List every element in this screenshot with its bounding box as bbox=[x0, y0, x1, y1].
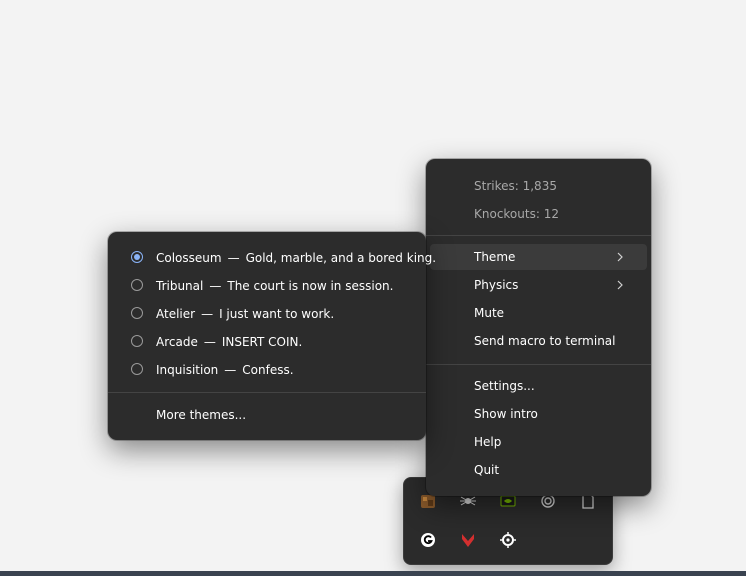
theme-label: Theme bbox=[474, 250, 516, 264]
theme-option-tribunal[interactable]: Tribunal — The court is now in session. bbox=[112, 273, 422, 299]
theme-menu-item[interactable]: Theme bbox=[430, 244, 647, 270]
steelseries-icon[interactable] bbox=[499, 531, 517, 549]
em-dash: — bbox=[209, 279, 222, 293]
em-dash: — bbox=[201, 307, 214, 321]
theme-tagline: I just want to work. bbox=[219, 307, 335, 321]
theme-name: Atelier bbox=[156, 307, 196, 321]
radio-icon bbox=[131, 279, 143, 291]
theme-option-atelier[interactable]: Atelier — I just want to work. bbox=[112, 301, 422, 327]
theme-submenu: Colosseum — Gold, marble, and a bored king… bbox=[108, 232, 436, 440]
theme-name: Inquisition bbox=[156, 363, 219, 377]
theme-tagline: The court is now in session. bbox=[227, 279, 394, 293]
em-dash: — bbox=[203, 335, 216, 349]
radio-icon bbox=[131, 335, 143, 347]
menu-separator bbox=[108, 392, 426, 393]
theme-tagline: INSERT COIN. bbox=[221, 335, 303, 349]
chevron-right-icon bbox=[615, 280, 625, 290]
physics-menu-item[interactable]: Physics bbox=[430, 272, 647, 298]
show-intro-menu-item[interactable]: Show intro bbox=[430, 401, 647, 427]
send-macro-menu-item[interactable]: Send macro to terminal bbox=[430, 328, 647, 354]
theme-tagline: Confess. bbox=[242, 363, 294, 377]
menu-separator bbox=[426, 364, 651, 365]
theme-name: Colosseum bbox=[156, 251, 222, 265]
help-menu-item[interactable]: Help bbox=[430, 429, 647, 455]
theme-option-arcade[interactable]: Arcade — INSERT COIN. bbox=[112, 329, 422, 355]
physics-label: Physics bbox=[474, 278, 519, 292]
logitech-g-icon[interactable] bbox=[419, 531, 437, 549]
theme-option-inquisition[interactable]: Inquisition — Confess. bbox=[112, 357, 422, 383]
em-dash: — bbox=[227, 251, 240, 265]
taskbar-edge bbox=[0, 571, 746, 576]
theme-tagline: Gold, marble, and a bored king. bbox=[245, 251, 437, 265]
quit-menu-item[interactable]: Quit bbox=[430, 457, 647, 483]
settings-menu-item[interactable]: Settings... bbox=[430, 373, 647, 399]
theme-option-colosseum[interactable]: Colosseum — Gold, marble, and a bored king… bbox=[112, 245, 436, 271]
knockouts-stat: Knockouts: 12 bbox=[474, 207, 559, 221]
main-context-menu: Strikes: 1,835 Knockouts: 12 Theme Physi… bbox=[426, 159, 651, 496]
theme-name: Tribunal bbox=[156, 279, 204, 293]
menu-separator bbox=[426, 235, 651, 236]
strikes-stat: Strikes: 1,835 bbox=[474, 179, 557, 193]
mute-menu-item[interactable]: Mute bbox=[430, 300, 647, 326]
radio-icon bbox=[131, 363, 143, 375]
em-dash: — bbox=[224, 363, 237, 377]
chevron-right-icon bbox=[615, 252, 625, 262]
red-chevron-icon[interactable] bbox=[459, 531, 477, 549]
radio-selected-icon bbox=[131, 251, 143, 263]
radio-icon bbox=[131, 307, 143, 319]
theme-name: Arcade bbox=[156, 335, 198, 349]
more-themes-menu-item[interactable]: More themes... bbox=[112, 402, 422, 428]
